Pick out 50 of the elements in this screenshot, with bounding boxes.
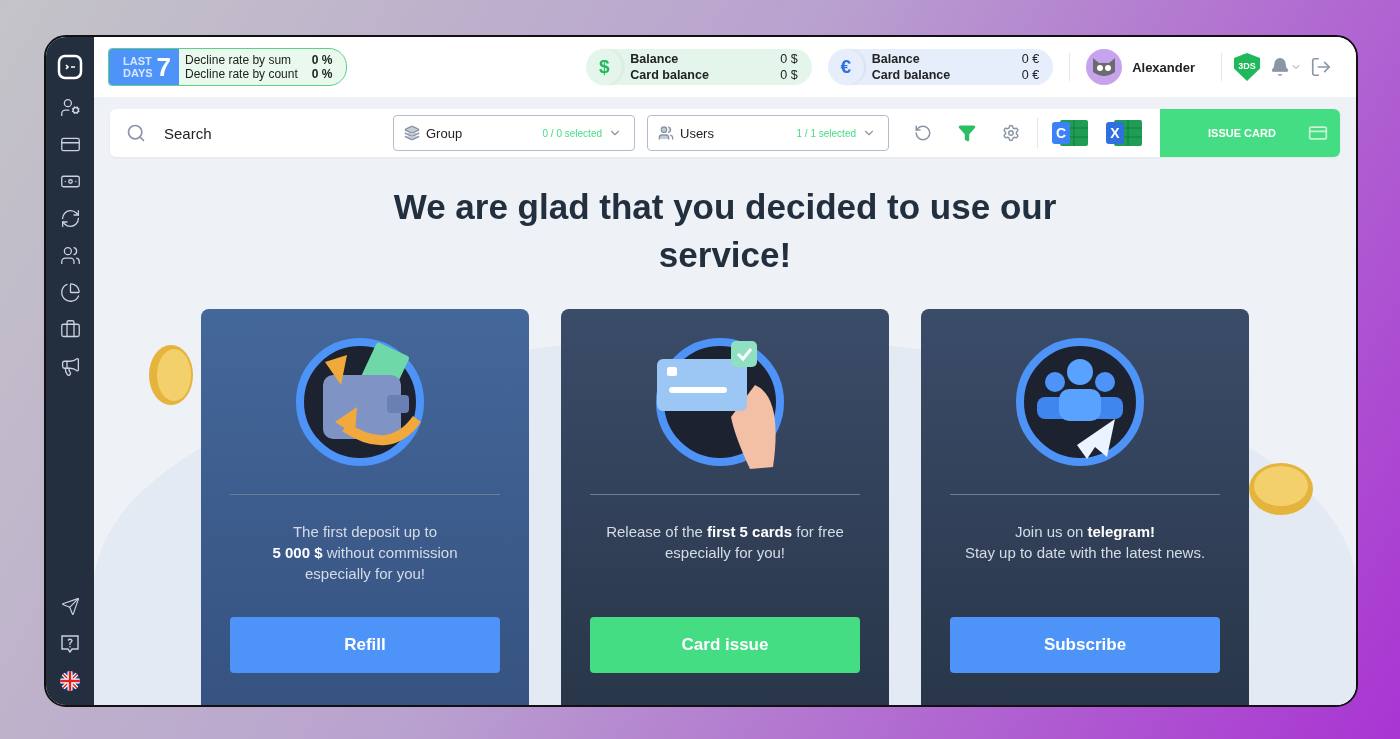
help-icon[interactable] xyxy=(60,633,80,654)
promo-text: Release of the first 5 cards for free especially for you! xyxy=(606,522,844,563)
megaphone-icon[interactable] xyxy=(59,356,81,377)
balance-value: 0 $ xyxy=(780,67,798,83)
user-name[interactable]: Alexander xyxy=(1132,59,1195,75)
balance-label: Card balance xyxy=(871,67,952,83)
search-icon xyxy=(126,123,146,143)
rate-value: 0 % xyxy=(311,67,333,81)
balance-value: 0 $ xyxy=(780,51,798,67)
paper-plane-icon[interactable] xyxy=(60,597,80,616)
promo-text: The first deposit up to 5 000 $ without commission especially for you! xyxy=(272,522,458,584)
exit-icon[interactable] xyxy=(1310,56,1332,78)
rate-value: 0 % xyxy=(311,53,333,67)
balance-label: Balance xyxy=(630,51,680,67)
balance-value: 0 € xyxy=(1021,67,1040,83)
layers-icon xyxy=(404,125,420,141)
users-icon xyxy=(658,125,674,141)
promo-button[interactable]: Subscribe xyxy=(950,617,1220,673)
promo-button[interactable]: Refill xyxy=(230,617,500,673)
card-icon xyxy=(1308,123,1328,143)
coin-drawing xyxy=(1248,461,1314,517)
bell-icon[interactable] xyxy=(1270,57,1290,77)
period-days: 7 xyxy=(156,51,172,83)
balance-value: 0 € xyxy=(1021,51,1040,67)
balance-label: Card balance xyxy=(630,67,710,83)
settings-icon[interactable] xyxy=(1002,124,1020,142)
uk-flag-icon[interactable] xyxy=(60,670,80,691)
dropdown-label: Users xyxy=(680,125,714,141)
filter-dropdown[interactable]: Group 0 / 0 selected xyxy=(393,115,635,151)
team-icon[interactable] xyxy=(59,245,81,266)
security-badge[interactable]: 3DS xyxy=(1234,53,1260,81)
user-gear-icon[interactable] xyxy=(59,97,81,118)
avatar[interactable] xyxy=(1086,49,1123,85)
selection-count: 0 / 0 selected xyxy=(542,127,602,139)
promo-text: Join us on telegram! Stay up to date with the latest news. xyxy=(964,522,1206,563)
balance-label: Balance xyxy=(871,51,921,67)
reset-icon[interactable] xyxy=(914,124,932,142)
filter-dropdown[interactable]: Users 1 / 1 selected xyxy=(647,115,889,151)
rate-label: Decline rate by sum xyxy=(185,53,293,67)
period-label: LAST xyxy=(123,55,153,67)
headline: We are glad that you decided to use our service! xyxy=(392,186,1058,276)
logo-icon[interactable] xyxy=(57,54,83,80)
selection-count: 1 / 1 selected xyxy=(796,127,856,139)
period-label: DAYS xyxy=(123,67,153,79)
exchange-icon[interactable] xyxy=(59,208,81,229)
briefcase-icon[interactable] xyxy=(59,319,81,340)
pie-chart-icon[interactable] xyxy=(59,282,81,303)
rate-label: Decline rate by count xyxy=(185,67,298,81)
coin-drawing xyxy=(146,343,196,407)
dropdown-label: Group xyxy=(426,125,463,141)
